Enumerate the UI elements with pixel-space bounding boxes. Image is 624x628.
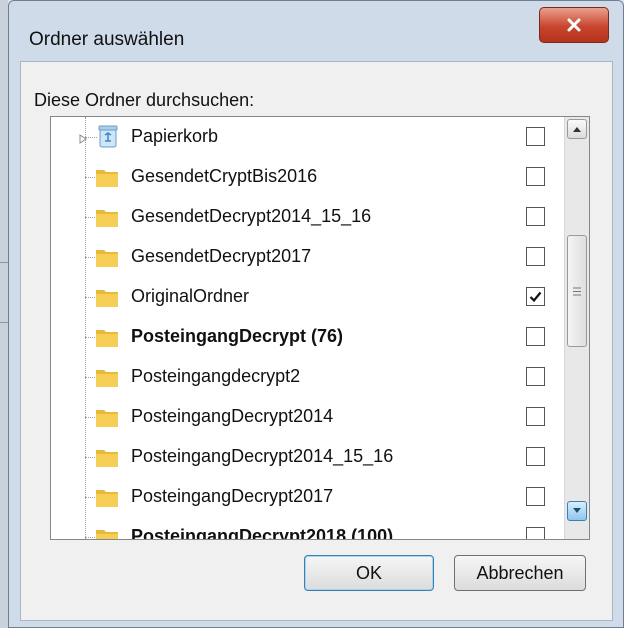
tree-item-label: GesendetDecrypt2014_15_16 xyxy=(131,206,372,226)
folder-icon xyxy=(95,366,119,388)
tree-item-label: PosteingangDecrypt2017 xyxy=(131,486,334,506)
arrow-up-icon xyxy=(573,127,581,132)
expand-arrow-icon[interactable] xyxy=(78,131,88,144)
tree-item-label: Papierkorb xyxy=(131,126,219,146)
folder-icon xyxy=(95,446,119,468)
tree-item-label: GesendetCryptBis2016 xyxy=(131,166,318,186)
close-icon xyxy=(567,18,581,32)
tree-item[interactable]: PosteingangDecrypt2014_15_16 xyxy=(51,437,561,477)
close-button[interactable] xyxy=(539,7,609,43)
folder-icon xyxy=(95,206,119,228)
recycle-bin-icon xyxy=(97,124,119,148)
tree-item[interactable]: PosteingangDecrypt2018 (100) xyxy=(51,517,561,540)
folder-checkbox[interactable] xyxy=(526,487,545,506)
folder-checkbox[interactable] xyxy=(526,127,545,146)
scroll-up-button[interactable] xyxy=(567,119,587,139)
folder-icon xyxy=(95,486,119,508)
folder-checkbox[interactable] xyxy=(526,167,545,186)
folder-checkbox[interactable] xyxy=(526,207,545,226)
tree-item-label: OriginalOrdner xyxy=(131,286,250,306)
tree-item-label: PosteingangDecrypt2014 xyxy=(131,406,334,426)
folder-checkbox[interactable] xyxy=(526,287,545,306)
folder-checkbox[interactable] xyxy=(526,247,545,266)
folder-icon xyxy=(95,246,119,268)
tree-item[interactable]: GesendetCryptBis2016 xyxy=(51,157,561,197)
folder-checkbox[interactable] xyxy=(526,407,545,426)
folder-icon xyxy=(95,286,119,308)
tree-item-label: GesendetDecrypt2017 xyxy=(131,246,312,266)
tree-item-label: Posteingangdecrypt2 xyxy=(131,366,301,386)
grip-icon xyxy=(573,287,581,295)
folder-checkbox[interactable] xyxy=(526,367,545,386)
tree-item[interactable]: PosteingangDecrypt (76) xyxy=(51,317,561,357)
folder-icon xyxy=(95,406,119,428)
scroll-thumb[interactable] xyxy=(567,235,587,347)
folder-icon xyxy=(95,326,119,348)
folder-icon xyxy=(95,526,119,539)
folder-checkbox[interactable] xyxy=(526,447,545,466)
folder-checkbox[interactable] xyxy=(526,327,545,346)
tree-item[interactable]: Posteingangdecrypt2 xyxy=(51,357,561,397)
tree-item[interactable]: Papierkorb xyxy=(51,117,561,157)
tree-item[interactable]: GesendetDecrypt2017 xyxy=(51,237,561,277)
dialog-title: Ordner auswählen xyxy=(29,29,185,50)
tree-item-label: PosteingangDecrypt2018 (100) xyxy=(131,526,394,540)
tree-item[interactable]: GesendetDecrypt2014_15_16 xyxy=(51,197,561,237)
search-folders-label: Diese Ordner durchsuchen: xyxy=(34,90,255,110)
checkmark-icon xyxy=(529,291,542,302)
folder-icon xyxy=(95,166,119,188)
arrow-down-icon xyxy=(573,508,581,513)
tree-item[interactable]: PosteingangDecrypt2014 xyxy=(51,397,561,437)
background-window xyxy=(0,0,8,628)
tree-item[interactable]: PosteingangDecrypt2017 xyxy=(51,477,561,517)
scroll-down-button[interactable] xyxy=(567,501,587,521)
folder-tree[interactable]: Papierkorb GesendetCryptBis2016 GesendetDe… xyxy=(50,116,590,540)
cancel-button[interactable]: Abbrechen xyxy=(454,555,586,591)
tree-item-label: PosteingangDecrypt (76) xyxy=(131,326,344,346)
vertical-scrollbar[interactable] xyxy=(564,117,589,539)
ok-button[interactable]: OK xyxy=(304,555,434,591)
folder-checkbox[interactable] xyxy=(526,527,545,539)
tree-item-label: PosteingangDecrypt2014_15_16 xyxy=(131,446,394,466)
tree-item[interactable]: OriginalOrdner xyxy=(51,277,561,317)
